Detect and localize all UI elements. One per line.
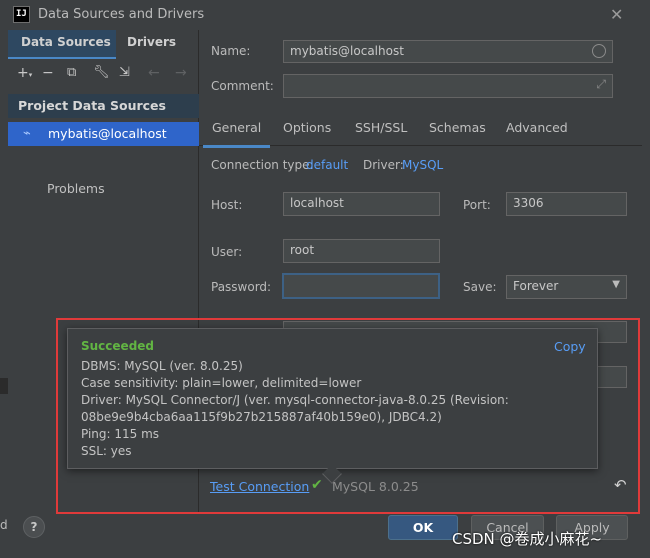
password-field[interactable]	[282, 273, 440, 299]
mysql-dolphin-icon: ⌁	[23, 126, 31, 141]
password-label: Password:	[211, 280, 272, 294]
background-strip	[0, 378, 8, 394]
left-toolbar: +▾ − ⧉ 🔧︎ ⇲ ← →	[8, 62, 199, 88]
tab-advanced[interactable]: Advanced	[506, 120, 568, 135]
copy-link[interactable]: Copy	[554, 339, 586, 354]
test-result-text: MySQL 8.0.25	[332, 479, 419, 494]
data-source-item[interactable]: ⌁ mybatis@localhost	[8, 122, 199, 146]
back-arrow-icon[interactable]: ←	[148, 65, 160, 81]
name-label: Name:	[211, 44, 251, 58]
tab-data-sources[interactable]: Data Sources	[8, 30, 116, 58]
url-field-end[interactable]	[595, 366, 627, 388]
save-label: Save:	[463, 280, 497, 294]
undo-icon[interactable]: ↶	[614, 476, 627, 494]
name-field[interactable]: mybatis@localhost	[283, 40, 613, 63]
chevron-down-icon: ▼	[612, 279, 620, 290]
save-select-value: Forever	[513, 279, 559, 293]
tab-drivers[interactable]: Drivers	[127, 35, 176, 49]
popup-line: SSL: yes	[81, 444, 132, 458]
name-value: mybatis@localhost	[290, 44, 404, 58]
color-circle-icon[interactable]	[592, 44, 606, 58]
popup-line: Case sensitivity: plain=lower, delimited…	[81, 376, 362, 390]
checkmark-icon: ✔	[311, 477, 323, 493]
title-bar: IJ Data Sources and Drivers ✕	[0, 0, 650, 30]
data-source-label: mybatis@localhost	[48, 126, 167, 141]
window-title: Data Sources and Drivers	[38, 7, 205, 22]
connection-result-popup: Succeeded Copy DBMS: MySQL (ver. 8.0.25)…	[67, 328, 598, 484]
tab-options[interactable]: Options	[283, 120, 331, 135]
remove-icon[interactable]: −	[42, 65, 54, 81]
settings-tabs: General Options SSH/SSL Schemas Advanced	[199, 114, 642, 148]
popup-line: Driver: MySQL Connector/J (ver. mysql-co…	[81, 393, 509, 407]
intellij-logo-icon: IJ	[13, 6, 30, 23]
comment-field[interactable]: ⤢	[283, 74, 613, 98]
host-field[interactable]: localhost	[283, 192, 440, 216]
tab-schemas[interactable]: Schemas	[429, 120, 486, 135]
add-icon[interactable]: +▾	[17, 65, 32, 81]
wrench-icon[interactable]: 🔧︎	[93, 65, 110, 80]
duplicate-icon[interactable]: ⧉	[67, 65, 76, 80]
connection-type-link[interactable]: default	[306, 158, 348, 172]
user-field[interactable]: root	[283, 239, 440, 263]
import-icon[interactable]: ⇲	[119, 65, 130, 80]
tab-general[interactable]: General	[202, 120, 271, 148]
comment-label: Comment:	[211, 79, 274, 93]
popup-title: Succeeded	[81, 339, 155, 353]
host-label: Host:	[211, 198, 243, 212]
help-button[interactable]: ?	[23, 516, 45, 538]
popup-line: Ping: 115 ms	[81, 427, 160, 441]
user-label: User:	[211, 245, 243, 259]
forward-arrow-icon[interactable]: →	[175, 65, 187, 81]
close-icon[interactable]: ✕	[610, 5, 623, 24]
save-select[interactable]: Forever ▼	[506, 275, 627, 299]
test-connection-link[interactable]: Test Connection	[210, 479, 309, 494]
tab-ssh-ssl[interactable]: SSH/SSL	[355, 120, 407, 135]
watermark: CSDN @卷成小麻花~	[452, 530, 603, 548]
driver-label: Driver:	[363, 158, 404, 172]
port-field[interactable]: 3306	[506, 192, 627, 216]
section-header: Project Data Sources	[8, 94, 199, 118]
background-letter: d	[0, 518, 8, 532]
problems-item[interactable]: Problems	[47, 181, 105, 196]
ok-button[interactable]: OK	[388, 515, 458, 540]
expand-icon[interactable]: ⤢	[596, 77, 606, 92]
popup-line: 08be9e9b4cba6aa115f9b27b215887af40b159e0…	[81, 410, 442, 424]
connection-type-label: Connection type:	[211, 158, 314, 172]
left-tabs: Data Sources Drivers	[8, 30, 199, 59]
popup-line: DBMS: MySQL (ver. 8.0.25)	[81, 359, 243, 373]
active-tab-underline	[8, 57, 116, 59]
driver-link[interactable]: MySQL	[402, 158, 443, 172]
port-label: Port:	[463, 198, 491, 212]
